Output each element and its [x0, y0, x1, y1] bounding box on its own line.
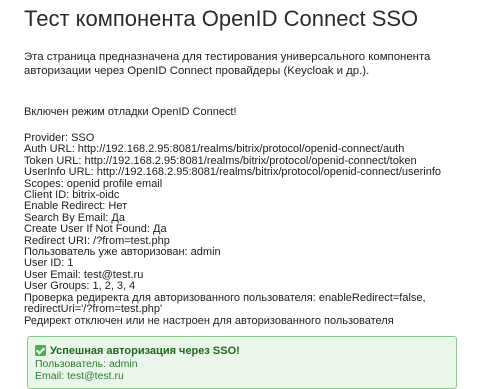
- detail-user-groups: User Groups: 1, 2, 3, 4: [24, 280, 136, 293]
- debug-details: Provider: SSO Auth URL: http://192.168.2…: [24, 132, 474, 327]
- detail-authorized-user: Пользователь уже авторизован: admin: [24, 246, 221, 259]
- detail-redirect-check: Проверка редиректа для авторизованного п…: [24, 291, 426, 316]
- debug-mode-notice: Включен режим отладки OpenID Connect!: [24, 106, 237, 118]
- success-heading: Успешная авторизация через SSO!: [50, 344, 240, 357]
- detail-redirect-disabled: Редирект отключен или не настроен для ав…: [24, 314, 394, 327]
- success-heading-row: Успешная авторизация через SSO!: [35, 344, 450, 358]
- success-alert: Успешная авторизация через SSO! Пользова…: [27, 335, 457, 389]
- detail-create-user: Create User If Not Found: Да: [24, 223, 167, 236]
- page-title: Тест компонента OpenID Connect SSO: [24, 6, 419, 31]
- page-content: Тест компонента OpenID Connect SSO Эта с…: [24, 6, 474, 389]
- intro-text: Эта страница предназначена для тестирова…: [24, 51, 431, 77]
- check-icon: [35, 345, 46, 357]
- success-email: Email: test@test.ru: [35, 369, 124, 382]
- detail-userinfo-url: UserInfo URL: http://192.168.2.95:8081/r…: [24, 166, 442, 179]
